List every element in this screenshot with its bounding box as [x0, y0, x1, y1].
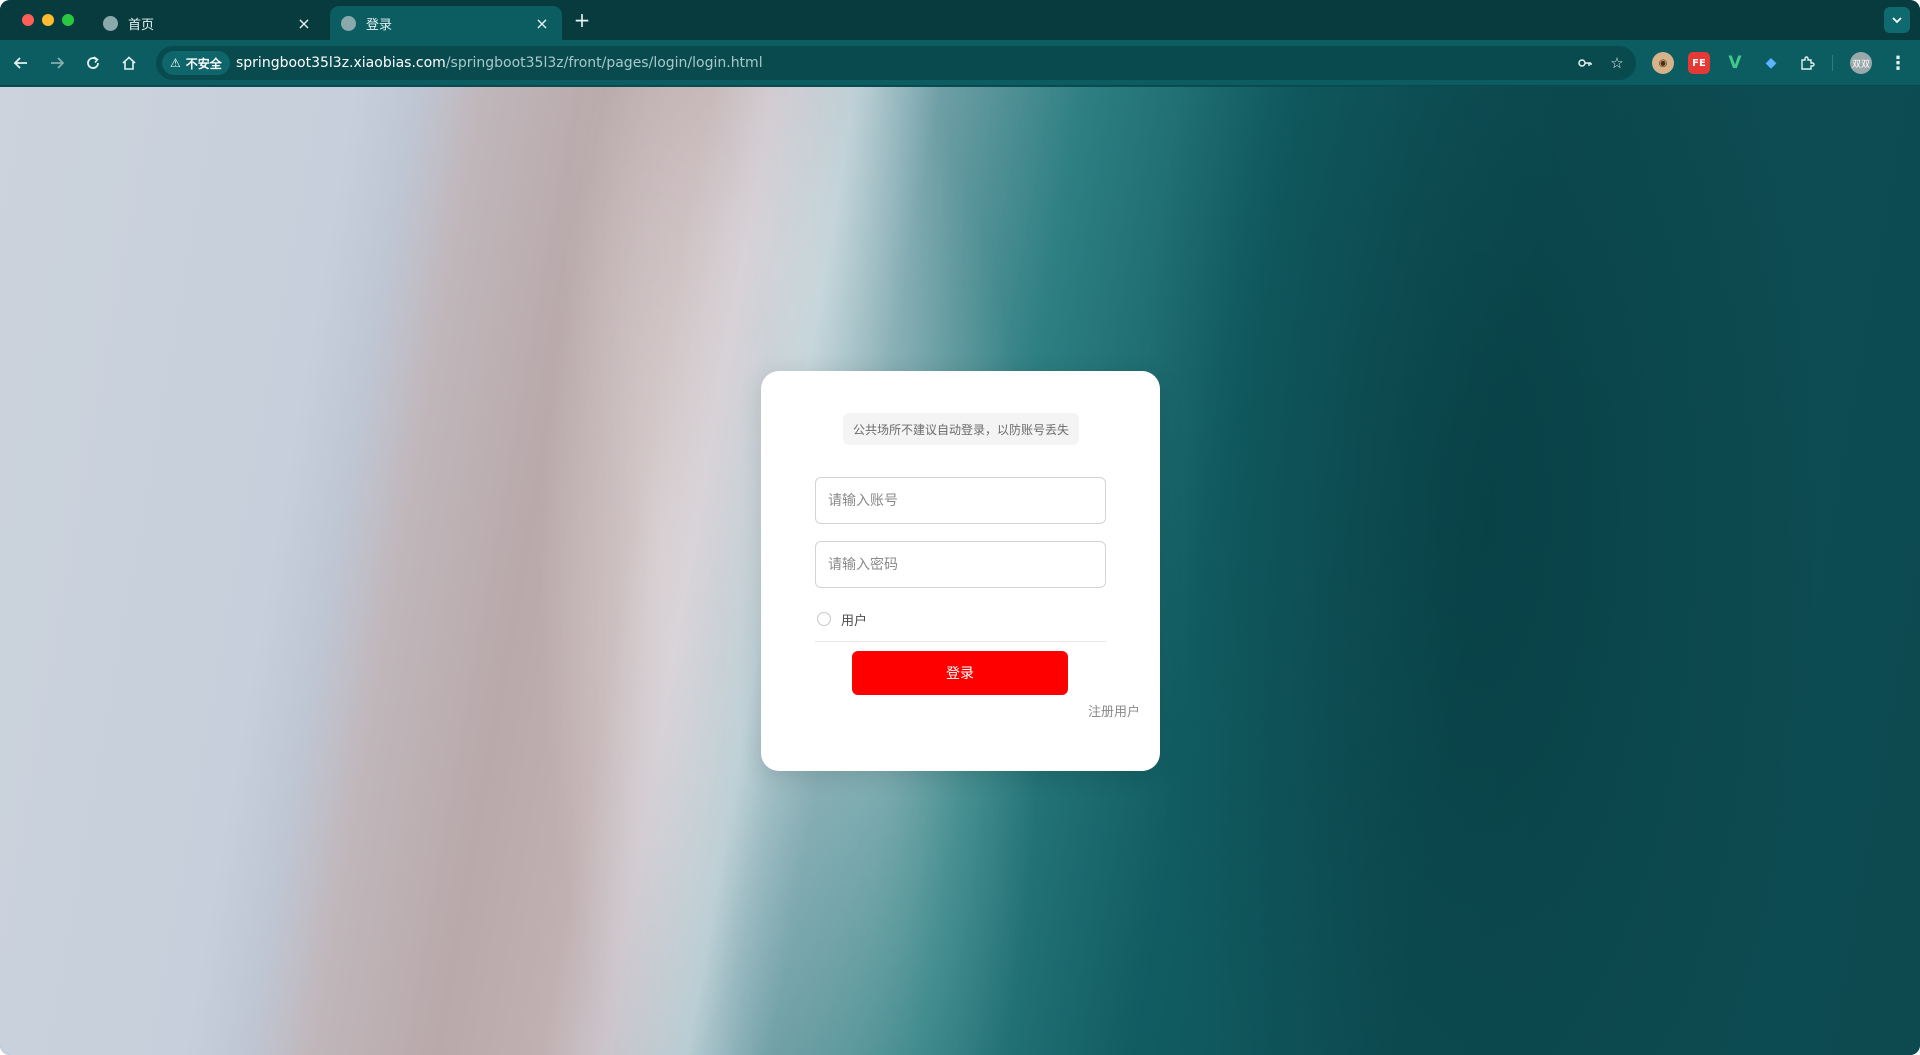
tab-home[interactable]: 首页 × [92, 6, 324, 40]
tab-title: 首页 [128, 17, 155, 33]
forward-button[interactable] [44, 50, 70, 76]
url-host: springboot35l3z.xiaobias.com [236, 55, 446, 71]
login-button[interactable]: 登录 [852, 651, 1068, 695]
warning-icon: ⚠ [170, 56, 181, 70]
extensions-icon[interactable] [1796, 52, 1818, 74]
browser-toolbar: ⚠ 不安全 springboot35l3z.xiaobias.com /spri… [0, 40, 1920, 86]
password-input[interactable] [815, 541, 1106, 588]
form-divider [815, 641, 1106, 642]
home-button[interactable] [116, 50, 142, 76]
back-icon [13, 57, 27, 69]
security-indicator[interactable]: ⚠ 不安全 [162, 51, 230, 75]
home-icon [122, 56, 136, 70]
close-icon[interactable]: × [294, 13, 314, 33]
new-tab-button[interactable]: + [570, 8, 594, 32]
vue-devtools-icon[interactable]: V [1724, 52, 1746, 74]
close-icon[interactable]: × [532, 13, 552, 33]
back-button[interactable] [8, 50, 34, 76]
extension-avatar-icon[interactable]: ◉ [1652, 52, 1674, 74]
role-option-user[interactable]: 用户 [817, 609, 867, 629]
menu-icon[interactable]: ⋮ [1886, 51, 1910, 75]
account-input[interactable] [815, 477, 1106, 524]
security-label: 不安全 [185, 56, 222, 71]
url-text[interactable]: springboot35l3z.xiaobias.com /springboot… [236, 46, 763, 80]
reload-icon [87, 56, 99, 69]
chevron-down-icon [1892, 17, 1902, 24]
key-icon[interactable] [1574, 52, 1596, 74]
url-path: /springboot35l3z/front/pages/login/login… [445, 55, 763, 71]
minimize-window-button[interactable] [42, 14, 54, 26]
browser-window: 首页 × 登录 × + ⚠ 不安全 springboot35l3z.xiaobi… [0, 0, 1920, 1055]
globe-icon [341, 15, 356, 31]
reload-button[interactable] [80, 50, 106, 76]
role-label: 用户 [841, 613, 868, 629]
tab-title: 登录 [366, 17, 393, 33]
login-card: 公共场所不建议自动登录，以防账号丢失 用户 登录 注册用户 [761, 371, 1160, 771]
login-tip: 公共场所不建议自动登录，以防账号丢失 [843, 413, 1079, 445]
tab-search-button[interactable] [1884, 7, 1910, 33]
maximize-window-button[interactable] [62, 14, 74, 26]
close-window-button[interactable] [22, 14, 34, 26]
globe-icon [103, 15, 118, 31]
diamond-extension-icon[interactable]: ◆ [1760, 52, 1782, 74]
role-radio[interactable] [817, 612, 831, 626]
key-icon-shape [1578, 59, 1592, 67]
register-link[interactable]: 注册用户 [1088, 701, 1140, 720]
profile-avatar[interactable]: 双双 [1850, 52, 1872, 74]
puzzle-icon [1801, 56, 1815, 70]
toolbar-separator [1832, 55, 1833, 71]
page-background: 公共场所不建议自动登录，以防账号丢失 用户 登录 注册用户 [0, 87, 1920, 1055]
tab-strip: 首页 × 登录 × + [0, 0, 1920, 40]
fe-extension-icon[interactable]: FE [1688, 52, 1710, 74]
star-icon[interactable]: ☆ [1606, 52, 1628, 74]
address-bar[interactable]: ⚠ 不安全 springboot35l3z.xiaobias.com /spri… [156, 46, 1636, 80]
tab-login[interactable]: 登录 × [330, 6, 562, 40]
forward-icon [51, 57, 65, 69]
